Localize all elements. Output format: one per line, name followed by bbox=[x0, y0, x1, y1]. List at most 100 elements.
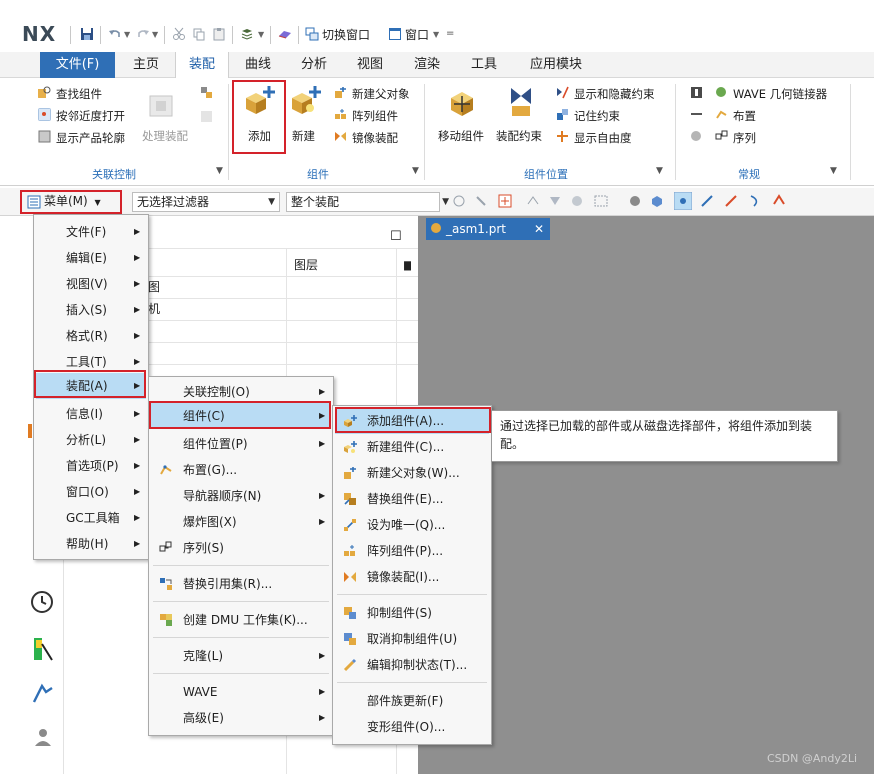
menu-item-new-parent[interactable]: 新建父对象(W)... bbox=[333, 460, 491, 486]
role-icon[interactable] bbox=[32, 726, 54, 748]
document-tab[interactable]: _asm1.prt ✕ bbox=[426, 218, 550, 240]
group-expand-icon[interactable]: ▼ bbox=[830, 166, 837, 176]
menu-item-component[interactable]: 组件(C) ▶ bbox=[151, 403, 331, 429]
tab-render[interactable]: 渲染 bbox=[405, 52, 449, 78]
nav-row-2[interactable]: 机 bbox=[148, 298, 160, 320]
menu-item-unsuppress-component[interactable]: 取消抑制组件(U) bbox=[333, 626, 491, 652]
tab-tools[interactable]: 工具 bbox=[462, 52, 506, 78]
menu-item-analysis[interactable]: 分析(L) ▶ bbox=[34, 427, 148, 453]
array-component-button[interactable]: 阵列组件 bbox=[352, 108, 398, 124]
menu-item-replace-component[interactable]: 替换组件(E)... bbox=[333, 486, 491, 512]
group-expand-icon[interactable]: ▼ bbox=[412, 166, 419, 176]
new-component-button[interactable]: 新建 bbox=[292, 128, 315, 144]
menu-item-array-component[interactable]: 阵列组件(P)... bbox=[333, 538, 491, 564]
add-component-button[interactable]: 添加 bbox=[248, 128, 271, 144]
history-clock-icon[interactable] bbox=[30, 590, 54, 614]
layout-button[interactable]: 布置 bbox=[733, 108, 756, 124]
snap-point-icon[interactable] bbox=[674, 192, 692, 210]
tab-curve[interactable]: 曲线 bbox=[236, 52, 280, 78]
mirror-assembly-button[interactable]: 镜像装配 bbox=[352, 130, 398, 146]
menu-item-insert[interactable]: 插入(S) ▶ bbox=[34, 297, 148, 323]
measure-tool-icon[interactable] bbox=[32, 682, 54, 704]
layer-stack-icon[interactable] bbox=[240, 27, 254, 41]
tab-file[interactable]: 文件(F) bbox=[40, 52, 115, 78]
tab-view[interactable]: 视图 bbox=[348, 52, 392, 78]
show-hide-constraint-button[interactable]: 显示和隐藏约束 bbox=[574, 86, 655, 102]
open-by-proximity-button[interactable]: 按邻近度打开 bbox=[56, 108, 125, 124]
maximize-icon[interactable]: ☐ bbox=[390, 226, 402, 248]
show-product-outline-button[interactable]: 显示产品轮廓 bbox=[56, 130, 125, 146]
nav-row-1[interactable]: 图 bbox=[148, 276, 160, 298]
window-icon[interactable] bbox=[388, 27, 402, 41]
cut-icon[interactable] bbox=[172, 27, 186, 41]
redo-dropdown-icon[interactable]: ▼ bbox=[152, 30, 158, 39]
layer-dropdown-icon[interactable]: ▼ bbox=[258, 30, 264, 39]
menu-button[interactable]: 菜单(M) ▼ bbox=[24, 192, 120, 212]
selection-scope-select[interactable]: 整个装配 ▼ bbox=[286, 192, 449, 212]
menu-item-new-component[interactable]: 新建组件(C)... bbox=[333, 434, 491, 460]
menu-item-component-position[interactable]: 组件位置(P) ▶ bbox=[149, 431, 333, 457]
tab-analysis[interactable]: 分析 bbox=[292, 52, 336, 78]
assembly-constraint-button[interactable]: 装配约束 bbox=[496, 128, 542, 144]
select-icon[interactable] bbox=[474, 194, 488, 208]
move-component-button[interactable]: 移动组件 bbox=[438, 128, 484, 144]
menu-item-suppress-component[interactable]: 抑制组件(S) bbox=[333, 600, 491, 626]
remember-constraint-button[interactable]: 记住约束 bbox=[574, 108, 620, 124]
menu-item-advanced[interactable]: 高级(E) ▶ bbox=[149, 705, 333, 731]
shade-icon[interactable] bbox=[628, 194, 642, 208]
nav-column-partial[interactable]: ■ bbox=[403, 254, 411, 276]
redo-icon[interactable] bbox=[136, 27, 150, 41]
menu-item-edit[interactable]: 编辑(E) ▶ bbox=[34, 245, 148, 271]
menu-item-navigator-order[interactable]: 导航器顺序(N) ▶ bbox=[149, 483, 333, 509]
menu-item-wave[interactable]: WAVE ▶ bbox=[149, 679, 333, 705]
paste-icon[interactable] bbox=[212, 27, 226, 41]
group-expand-icon[interactable]: ▼ bbox=[216, 166, 223, 176]
copy-icon[interactable] bbox=[192, 27, 206, 41]
color-palette-icon[interactable] bbox=[32, 636, 54, 662]
box-select-icon[interactable] bbox=[594, 194, 608, 208]
close-icon[interactable]: ✕ bbox=[534, 218, 544, 240]
window-button[interactable]: 窗口 bbox=[405, 26, 429, 43]
menu-item-window[interactable]: 窗口(O) ▶ bbox=[34, 479, 148, 505]
group-expand-icon[interactable]: ▼ bbox=[656, 166, 663, 176]
tab-application[interactable]: 应用模块 bbox=[520, 52, 592, 78]
nav-column-layer[interactable]: 图层 bbox=[294, 254, 318, 276]
display-mode-icon[interactable] bbox=[278, 27, 292, 41]
wave-linker-button[interactable]: WAVE 几何链接器 bbox=[733, 86, 827, 102]
menu-item-layout[interactable]: 布置(G)... bbox=[149, 457, 333, 483]
menu-item-exploded-view[interactable]: 爆炸图(X) ▶ bbox=[149, 509, 333, 535]
menu-item-edit-suppression[interactable]: 编辑抑制状态(T)... bbox=[333, 652, 491, 678]
line-icon[interactable] bbox=[700, 194, 714, 208]
menu-item-tools[interactable]: 工具(T) ▶ bbox=[34, 349, 148, 375]
menu-item-create-dmu[interactable]: 创建 DMU 工作集(K)... bbox=[149, 607, 333, 633]
selection-filter-select[interactable]: 无选择过滤器 ▼ bbox=[132, 192, 280, 212]
undo-icon[interactable] bbox=[108, 27, 122, 41]
new-parent-button[interactable]: 新建父对象 bbox=[352, 86, 410, 102]
filter3-icon[interactable] bbox=[570, 194, 584, 208]
menu-item-preferences[interactable]: 首选项(P) ▶ bbox=[34, 453, 148, 479]
menu-item-sequence[interactable]: 序列(S) bbox=[149, 535, 333, 561]
snap-icon[interactable] bbox=[452, 194, 466, 208]
menu-item-mirror-assembly[interactable]: 镜像装配(I)... bbox=[333, 564, 491, 590]
show-dof-button[interactable]: 显示自由度 bbox=[574, 130, 632, 146]
process-assembly-button[interactable]: 处理装配 bbox=[142, 128, 188, 144]
menu-item-make-unique[interactable]: 设为唯一(Q)... bbox=[333, 512, 491, 538]
menu-item-replace-refset[interactable]: 替换引用集(R)... bbox=[149, 571, 333, 597]
tab-assembly[interactable]: 装配 bbox=[175, 52, 229, 79]
undo-dropdown-icon[interactable]: ▼ bbox=[124, 30, 130, 39]
menu-item-help[interactable]: 帮助(H) ▶ bbox=[34, 531, 148, 557]
menu-item-gc-toolbox[interactable]: GC工具箱 ▶ bbox=[34, 505, 148, 531]
menu-item-add-component[interactable]: 添加组件(A)... bbox=[335, 408, 489, 434]
menu-item-assoc-control[interactable]: 关联控制(O) ▶ bbox=[149, 379, 333, 405]
menu-item-part-family-update[interactable]: 部件族更新(F) bbox=[333, 688, 491, 714]
intersect-icon[interactable] bbox=[772, 194, 786, 208]
filter2-icon[interactable] bbox=[548, 194, 562, 208]
menu-item-view[interactable]: 视图(V) ▶ bbox=[34, 271, 148, 297]
window-dropdown-icon[interactable]: ▼ bbox=[433, 30, 439, 39]
customize-qa-icon[interactable]: = bbox=[446, 28, 454, 39]
switch-window-icon[interactable] bbox=[305, 27, 319, 41]
point-icon[interactable] bbox=[498, 194, 512, 208]
cube-icon[interactable] bbox=[650, 194, 664, 208]
menu-item-info[interactable]: 信息(I) ▶ bbox=[34, 401, 148, 427]
find-component-button[interactable]: 查找组件 bbox=[56, 86, 102, 102]
